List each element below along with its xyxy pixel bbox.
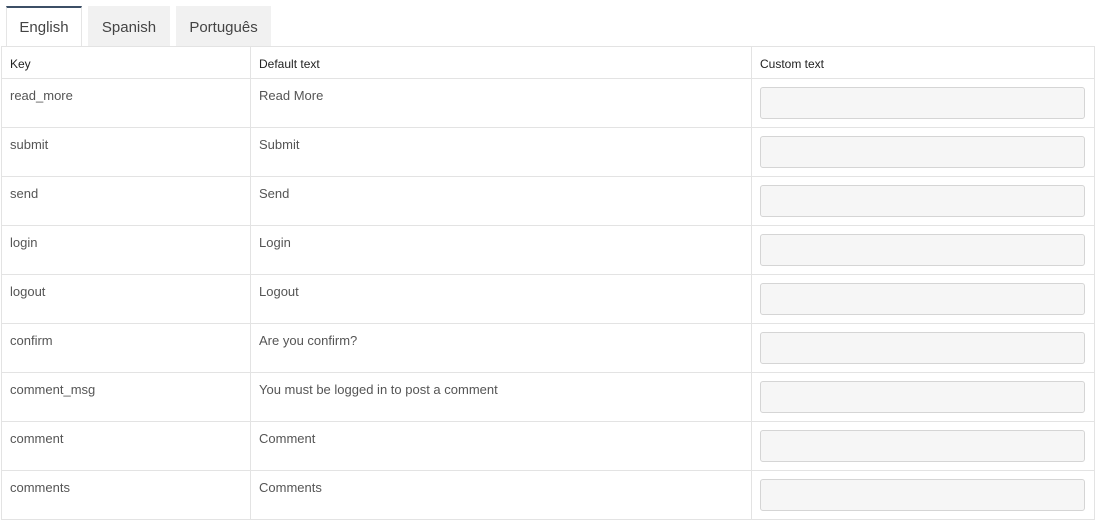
row-default-text: Submit <box>250 127 752 177</box>
row-key: login <box>1 225 251 275</box>
custom-text-input[interactable] <box>760 87 1085 119</box>
custom-text-input[interactable] <box>760 185 1085 217</box>
row-default-text: Login <box>250 225 752 275</box>
row-custom-cell <box>751 274 1095 324</box>
custom-text-input[interactable] <box>760 430 1085 462</box>
row-key: comments <box>1 470 251 520</box>
custom-text-input[interactable] <box>760 381 1085 413</box>
column-header-default-text: Default text <box>250 46 752 79</box>
column-header-custom-text: Custom text <box>751 46 1095 79</box>
table-row: logout Logout <box>1 274 1095 324</box>
row-key: confirm <box>1 323 251 373</box>
table-row: comment_msg You must be logged in to pos… <box>1 372 1095 422</box>
custom-text-input[interactable] <box>760 479 1085 511</box>
row-custom-cell <box>751 225 1095 275</box>
row-key: submit <box>1 127 251 177</box>
table-header-row: Key Default text Custom text <box>1 46 1095 79</box>
column-header-key: Key <box>1 46 251 79</box>
row-default-text: Are you confirm? <box>250 323 752 373</box>
translations-table: Key Default text Custom text read_more R… <box>1 46 1095 520</box>
row-key: send <box>1 176 251 226</box>
custom-text-input[interactable] <box>760 136 1085 168</box>
table-row: login Login <box>1 225 1095 275</box>
row-default-text: Comments <box>250 470 752 520</box>
row-default-text: You must be logged in to post a comment <box>250 372 752 422</box>
row-custom-cell <box>751 372 1095 422</box>
table-row: send Send <box>1 176 1095 226</box>
row-custom-cell <box>751 176 1095 226</box>
row-custom-cell <box>751 323 1095 373</box>
row-custom-cell <box>751 421 1095 471</box>
row-key: logout <box>1 274 251 324</box>
row-custom-cell <box>751 78 1095 128</box>
tab-portugues[interactable]: Português <box>176 6 271 46</box>
custom-text-input[interactable] <box>760 283 1085 315</box>
row-key: comment_msg <box>1 372 251 422</box>
row-key: read_more <box>1 78 251 128</box>
tab-english[interactable]: English <box>6 6 82 46</box>
language-tabs: English Spanish Português <box>6 6 277 46</box>
row-default-text: Comment <box>250 421 752 471</box>
table-row: submit Submit <box>1 127 1095 177</box>
tab-spanish[interactable]: Spanish <box>88 6 170 46</box>
table-row: comment Comment <box>1 421 1095 471</box>
row-custom-cell <box>751 127 1095 177</box>
table-row: read_more Read More <box>1 78 1095 128</box>
table-row: confirm Are you confirm? <box>1 323 1095 373</box>
translation-panel: English Spanish Português Key Default te… <box>0 0 1104 522</box>
custom-text-input[interactable] <box>760 332 1085 364</box>
custom-text-input[interactable] <box>760 234 1085 266</box>
row-default-text: Send <box>250 176 752 226</box>
row-default-text: Read More <box>250 78 752 128</box>
row-key: comment <box>1 421 251 471</box>
row-default-text: Logout <box>250 274 752 324</box>
row-custom-cell <box>751 470 1095 520</box>
table-row: comments Comments <box>1 470 1095 520</box>
